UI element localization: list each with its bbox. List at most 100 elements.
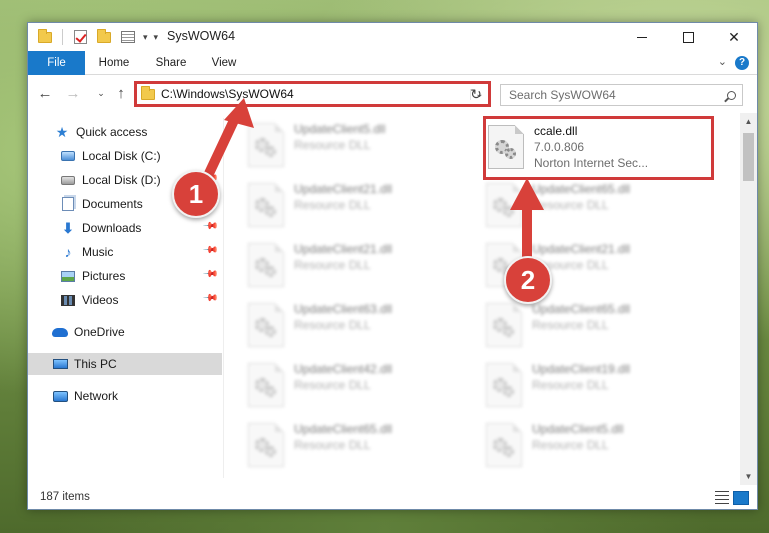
tab-view[interactable]: View (204, 51, 244, 75)
pin-icon[interactable]: 📌 (201, 218, 218, 235)
sidebar-item-onedrive[interactable]: OneDrive (28, 321, 222, 343)
close-button[interactable]: ✕ (711, 23, 757, 51)
window-controls: ✕ (619, 23, 757, 51)
customize-toolbar-dropdown-icon[interactable]: ▾ (154, 32, 159, 43)
file-name: UpdateClient42.dll (294, 362, 393, 376)
sidebar-item-local-disk-c[interactable]: Local Disk (C:) (28, 145, 222, 167)
file-name: ccale.dll (534, 124, 578, 138)
vertical-scrollbar[interactable]: ▲ ▼ (740, 113, 757, 485)
dll-file-icon (248, 303, 284, 347)
pin-icon[interactable]: 📌 (201, 266, 218, 283)
file-name: UpdateClient21.dll (294, 182, 393, 196)
sidebar-item-pictures[interactable]: Pictures 📌 (28, 265, 222, 287)
file-name: UpdateClient65.dll (532, 302, 631, 316)
sidebar-item-this-pc[interactable]: This PC (28, 353, 222, 375)
file-explorer-window: ▾ ▾ SysWOW64 ✕ File Home Share View ⌄ ? … (27, 22, 758, 510)
properties-icon[interactable] (119, 28, 137, 46)
this-pc-icon (52, 356, 68, 372)
file-name: UpdateClient65.dll (532, 182, 631, 196)
onedrive-icon (52, 324, 68, 340)
sidebar-item-label: OneDrive (74, 325, 125, 339)
file-type: Resource DLL (294, 438, 371, 452)
pictures-icon (60, 268, 76, 284)
file-item[interactable]: UpdateClient21.dll Resource DLL (248, 179, 473, 235)
star-icon: ★ (55, 123, 69, 140)
dll-file-icon (248, 183, 284, 227)
window-title: SysWOW64 (167, 29, 236, 43)
quick-access-toolbar: ▾ ▾ (36, 28, 158, 46)
dll-file-icon (486, 363, 522, 407)
search-input[interactable]: Search SysWOW64 (509, 88, 720, 102)
file-item[interactable]: UpdateClient65.dll Resource DLL (248, 419, 473, 475)
file-type: Resource DLL (294, 258, 371, 272)
up-button[interactable]: ↑ (110, 82, 132, 104)
scroll-up-icon[interactable]: ▲ (740, 113, 757, 130)
sidebar-item-network[interactable]: Network (28, 385, 222, 407)
file-item-ccale-dll[interactable]: ccale.dll 7.0.0.806 Norton Internet Sec.… (483, 116, 714, 180)
file-item[interactable]: UpdateClient63.dll Resource DLL (248, 299, 473, 355)
details-view-icon[interactable] (715, 491, 729, 505)
sidebar-item-label: Downloads (82, 221, 142, 235)
sidebar-item-label: Local Disk (D:) (82, 173, 161, 187)
minimize-button[interactable] (619, 23, 665, 51)
folder-icon (36, 28, 54, 46)
file-item[interactable]: UpdateClient19.dll Resource DLL (486, 359, 711, 415)
sidebar-item-label: Pictures (82, 269, 126, 283)
sidebar-item-label: This PC (74, 357, 117, 371)
dll-file-icon (248, 123, 284, 167)
file-name: UpdateClient65.dll (294, 422, 393, 436)
large-icons-view-icon[interactable] (733, 491, 749, 505)
pin-icon[interactable]: 📌 (201, 242, 218, 259)
tab-file[interactable]: File (28, 51, 85, 75)
file-item[interactable]: UpdateClient21.dll Resource DLL (248, 239, 473, 295)
help-button[interactable]: ? (735, 56, 749, 70)
maximize-button[interactable] (665, 23, 711, 51)
customize-toolbar-chevron-icon[interactable]: ▾ (143, 32, 148, 43)
new-folder-icon[interactable] (95, 28, 113, 46)
scroll-down-icon[interactable]: ▼ (740, 468, 757, 485)
file-company: Norton Internet Sec... (534, 156, 649, 170)
file-item[interactable]: UpdateClient42.dll Resource DLL (248, 359, 473, 415)
recent-locations-button[interactable]: ⌄ (90, 82, 112, 104)
search-box[interactable]: Search SysWOW64 (500, 84, 743, 106)
navigation-bar: ← → ⌄ ↑ C:\Windows\SysWOW64 ⌄ ↻ Search S… (28, 79, 757, 109)
back-button[interactable]: ← (34, 82, 56, 104)
sidebar-item-videos[interactable]: Videos 📌 (28, 289, 222, 311)
file-list: UpdateClient5.dll Resource DLL UpdateClie… (224, 115, 738, 485)
address-path[interactable]: C:\Windows\SysWOW64 (161, 87, 470, 101)
file-item[interactable]: UpdateClient5.dll Resource DLL (248, 119, 473, 175)
forward-button[interactable]: → (62, 82, 84, 104)
sidebar-item-downloads[interactable]: ⬇ Downloads 📌 (28, 217, 222, 239)
file-type: Resource DLL (532, 318, 609, 332)
drive-d-icon (60, 172, 76, 188)
tab-share[interactable]: Share (148, 51, 194, 75)
pin-icon[interactable]: 📌 (201, 290, 218, 307)
properties-check-icon[interactable] (71, 28, 89, 46)
drive-c-icon (60, 148, 76, 164)
dll-file-icon (248, 423, 284, 467)
sidebar-item-label: Local Disk (C:) (82, 149, 161, 163)
file-item[interactable]: UpdateClient65.dll Resource DLL (486, 179, 711, 235)
videos-icon (60, 292, 76, 308)
documents-icon (60, 196, 76, 212)
address-bar[interactable]: C:\Windows\SysWOW64 ⌄ (134, 81, 491, 107)
file-name: UpdateClient21.dll (294, 242, 393, 256)
file-item[interactable]: UpdateClient5.dll Resource DLL (486, 419, 711, 475)
scrollbar-thumb[interactable] (743, 133, 754, 181)
tab-home[interactable]: Home (90, 51, 138, 75)
expand-ribbon-chevron-icon[interactable]: ⌄ (718, 55, 727, 68)
folder-icon (141, 85, 155, 100)
sidebar-item-label: Music (82, 245, 114, 259)
downloads-icon: ⬇ (62, 219, 74, 236)
file-type: Resource DLL (294, 198, 371, 212)
file-type: Resource DLL (532, 438, 609, 452)
file-item[interactable]: UpdateClient65.dll Resource DLL (486, 299, 711, 355)
file-name: UpdateClient19.dll (532, 362, 631, 376)
item-count: 187 items (40, 491, 90, 503)
sidebar-item-quick-access[interactable]: ★ Quick access (28, 121, 222, 143)
search-icon[interactable] (720, 90, 742, 100)
refresh-button[interactable]: ↻ (464, 81, 488, 107)
dll-file-icon (488, 125, 524, 169)
sidebar-item-music[interactable]: ♪ Music 📌 (28, 241, 222, 263)
file-name: UpdateClient5.dll (294, 122, 386, 136)
